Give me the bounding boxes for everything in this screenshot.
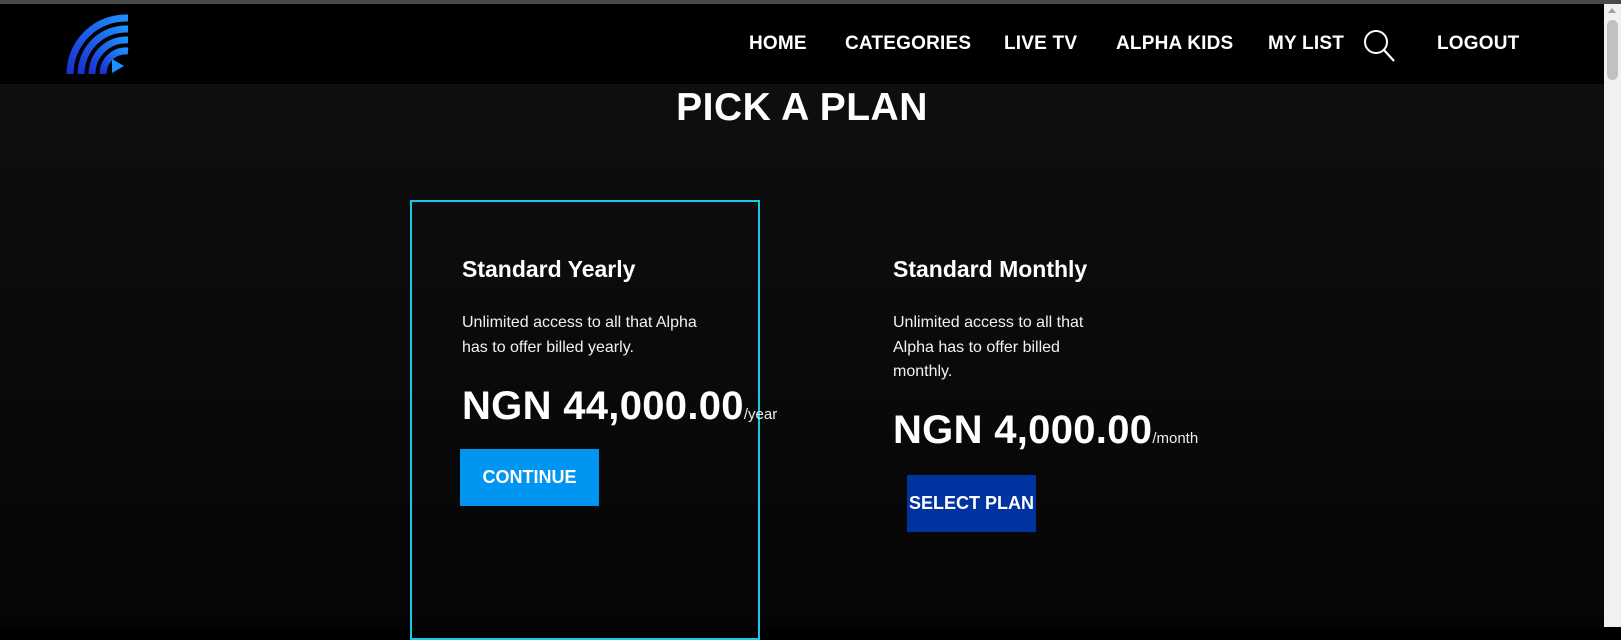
nav-my-list-link[interactable]: MY LIST bbox=[1268, 33, 1344, 55]
nav-alpha-kids-link[interactable]: ALPHA KIDS bbox=[1116, 33, 1233, 55]
plan-description: Unlimited access to all that Alpha has t… bbox=[893, 314, 1084, 380]
scrollbar[interactable] bbox=[1604, 4, 1621, 627]
nav-live-tv-link[interactable]: LIVE TV bbox=[1004, 33, 1077, 55]
plan-price: NGN 4,000.00/month bbox=[893, 408, 1198, 453]
nav-logout-link[interactable]: LOGOUT bbox=[1437, 33, 1519, 55]
plan-price: NGN 44,000.00/year bbox=[462, 384, 777, 429]
plan-name: Standard Yearly bbox=[462, 256, 636, 282]
select-plan-button[interactable]: SELECT PLAN bbox=[907, 475, 1036, 532]
price-period: /year bbox=[743, 406, 778, 423]
page-title: PICK A PLAN bbox=[676, 86, 928, 129]
nav-categories-link[interactable]: CATEGORIES bbox=[845, 33, 971, 55]
nav-home-link[interactable]: HOME bbox=[749, 33, 807, 55]
search-icon[interactable] bbox=[1362, 28, 1396, 64]
continue-button[interactable]: CONTINUE bbox=[460, 449, 599, 506]
plan-card-monthly-bg bbox=[838, 209, 1198, 229]
price-amount: NGN 4,000.00 bbox=[893, 408, 1153, 452]
scroll-up-arrow-icon[interactable] bbox=[1608, 8, 1616, 13]
plan-description: Unlimited access to all that Alpha has t… bbox=[462, 314, 697, 356]
price-period: /month bbox=[1152, 430, 1199, 447]
navbar: HOME CATEGORIES LIVE TV ALPHA KIDS MY LI… bbox=[0, 4, 1604, 84]
page: HOME CATEGORIES LIVE TV ALPHA KIDS MY LI… bbox=[0, 4, 1604, 640]
price-amount: NGN 44,000.00 bbox=[462, 384, 744, 428]
scrollbar-thumb[interactable] bbox=[1607, 20, 1618, 80]
plan-name: Standard Monthly bbox=[893, 256, 1088, 282]
